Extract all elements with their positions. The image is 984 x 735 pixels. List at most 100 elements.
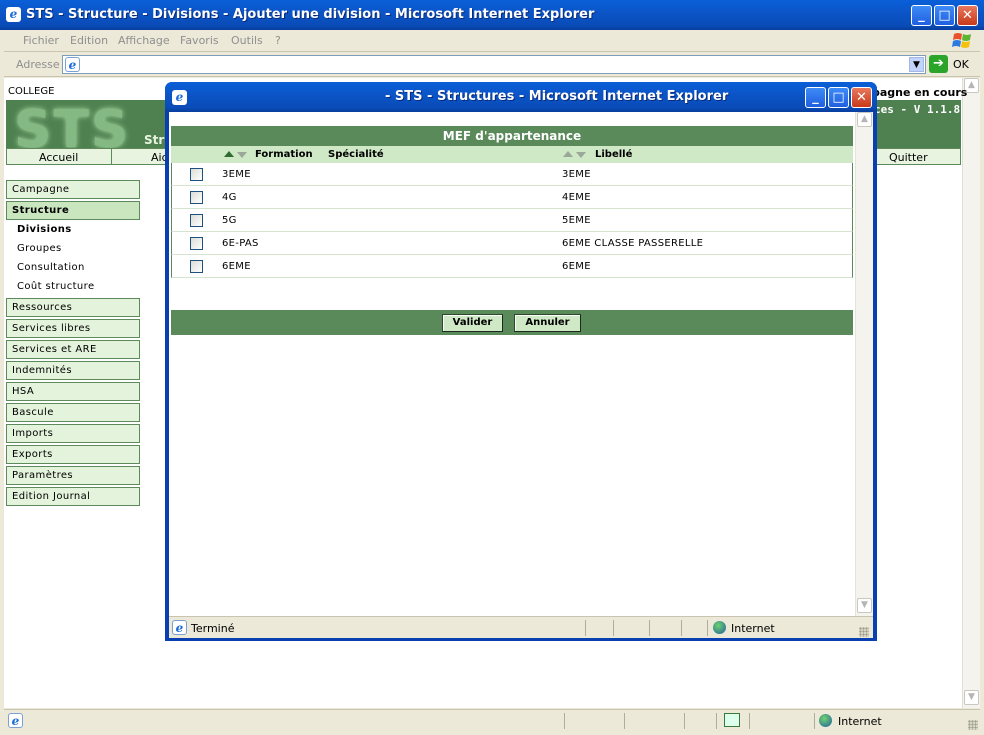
sort-asc-icon[interactable]	[224, 151, 234, 157]
main-window-title: STS - Structure - Divisions - Ajouter un…	[26, 7, 595, 22]
status-divider	[681, 620, 682, 636]
menu-affichage[interactable]: Affichage	[118, 34, 170, 47]
popup-globe-icon	[713, 621, 726, 634]
banner-subtitle: Str	[144, 133, 165, 147]
status-divider	[684, 713, 685, 729]
row-libelle: 4EME	[562, 192, 591, 203]
row-checkbox[interactable]	[190, 191, 203, 204]
popup-maximize-button[interactable]: □	[828, 87, 849, 108]
popup-content: MEF d'appartenance Formation Spécialité …	[169, 112, 873, 616]
row-checkbox[interactable]	[190, 214, 203, 227]
sidebar-item-services-libres[interactable]: Services libres	[6, 319, 140, 338]
college-label: COLLEGE	[8, 86, 55, 97]
globe-icon	[819, 714, 832, 727]
close-button[interactable]: ✕	[957, 5, 978, 26]
status-zone: Internet	[838, 715, 882, 728]
maximize-button[interactable]: □	[934, 5, 955, 26]
address-input[interactable]: e ▼	[62, 55, 926, 74]
sidebar-sub-groupes[interactable]: Groupes	[17, 243, 62, 254]
menu-bar: Fichier Edition Affichage Favoris Outils…	[4, 30, 980, 52]
popup-title: - STS - Structures - Microsoft Internet …	[385, 89, 729, 104]
row-checkbox[interactable]	[190, 168, 203, 181]
menu-help[interactable]: ?	[275, 34, 281, 47]
row-libelle: 5EME	[562, 215, 591, 226]
mef-heading: MEF d'appartenance	[171, 126, 853, 146]
sidebar-sub-cout-structure[interactable]: Coût structure	[17, 281, 95, 292]
menu-outils[interactable]: Outils	[231, 34, 263, 47]
popup-scroll-down-icon[interactable]: ▼	[857, 598, 872, 613]
app-version: ces - V 1.1.8	[874, 103, 961, 116]
go-button[interactable]: ➔ OK	[929, 55, 974, 74]
minimize-button[interactable]: _	[911, 5, 932, 26]
sort-desc-icon[interactable]	[237, 152, 247, 158]
sidebar-sub-divisions[interactable]: Divisions	[17, 224, 72, 235]
row-formation: 6E-PAS	[222, 238, 259, 249]
sidebar-item-exports[interactable]: Exports	[6, 445, 140, 464]
sidebar-item-hsa[interactable]: HSA	[6, 382, 140, 401]
address-label: Adresse	[16, 58, 60, 71]
status-divider	[749, 713, 750, 729]
menu-favoris[interactable]: Favoris	[180, 34, 219, 47]
sidebar-item-edition-journal[interactable]: Edition Journal	[6, 487, 140, 506]
status-divider	[814, 713, 815, 729]
col-specialite: Spécialité	[328, 149, 384, 160]
page-icon: e	[65, 57, 80, 72]
sidebar-item-campagne[interactable]: Campagne	[6, 180, 140, 199]
nav-accueil[interactable]: Accueil	[39, 151, 78, 164]
table-header: Formation Spécialité Libellé	[171, 146, 853, 163]
ie-logo-icon: e	[6, 7, 21, 22]
popup-blocker-icon[interactable]	[724, 713, 740, 727]
row-formation: 5G	[222, 215, 237, 226]
popup-status-text: Terminé	[191, 622, 235, 635]
status-divider	[716, 713, 717, 729]
row-checkbox[interactable]	[190, 260, 203, 273]
main-scrollbar[interactable]: ▲ ▼	[962, 78, 980, 708]
table-row: 3EME 3EME	[171, 163, 853, 186]
sidebar-item-ressources[interactable]: Ressources	[6, 298, 140, 317]
sidebar-item-bascule[interactable]: Bascule	[6, 403, 140, 422]
validate-button[interactable]: Valider	[442, 314, 503, 332]
menu-edition[interactable]: Edition	[70, 34, 108, 47]
cancel-button[interactable]: Annuler	[514, 314, 581, 332]
popup-ie-logo-icon: e	[172, 90, 187, 105]
table-row: 5G 5EME	[171, 209, 853, 232]
resize-grip-icon[interactable]	[968, 720, 978, 730]
row-libelle: 6EME CLASSE PASSERELLE	[562, 238, 704, 249]
sidebar-item-services-are[interactable]: Services et ARE	[6, 340, 140, 359]
sidebar-item-indemnites[interactable]: Indemnités	[6, 361, 140, 380]
sort-asc-icon[interactable]	[563, 151, 573, 157]
main-window-titlebar[interactable]: e STS - Structure - Divisions - Ajouter …	[0, 0, 984, 30]
col-libelle: Libellé	[595, 149, 633, 160]
sort-desc-icon[interactable]	[576, 152, 586, 158]
popup-minimize-button[interactable]: _	[805, 87, 826, 108]
popup-status-bar: e Terminé Internet	[169, 616, 873, 638]
sidebar-item-structure[interactable]: Structure	[6, 201, 140, 220]
go-label: OK	[953, 58, 969, 71]
sidebar-item-parametres[interactable]: Paramètres	[6, 466, 140, 485]
nav-quitter[interactable]: Quitter	[889, 151, 928, 164]
sidebar-sub-consultation[interactable]: Consultation	[17, 262, 85, 273]
popup-close-button[interactable]: ✕	[851, 87, 872, 108]
table-row: 6EME 6EME	[171, 255, 853, 278]
row-checkbox[interactable]	[190, 237, 203, 250]
status-divider	[624, 713, 625, 729]
status-page-icon: e	[8, 713, 23, 728]
popup-scroll-up-icon[interactable]: ▲	[857, 112, 872, 127]
windows-flag-icon	[952, 33, 971, 48]
popup-resize-grip-icon[interactable]	[859, 627, 869, 637]
sts-logo: STS	[14, 100, 131, 148]
row-formation: 4G	[222, 192, 237, 203]
address-dropdown-icon[interactable]: ▼	[909, 57, 924, 72]
col-formation: Formation	[255, 149, 313, 160]
main-status-bar: e Internet	[4, 709, 980, 731]
popup-scrollbar[interactable]: ▲ ▼	[855, 112, 873, 616]
menu-fichier[interactable]: Fichier	[23, 34, 59, 47]
popup-titlebar[interactable]: e - STS - Structures - Microsoft Interne…	[165, 82, 877, 112]
popup-window: e - STS - Structures - Microsoft Interne…	[165, 82, 877, 641]
nav-divider	[111, 149, 112, 164]
scroll-down-icon[interactable]: ▼	[964, 690, 979, 705]
row-formation: 3EME	[222, 169, 251, 180]
sidebar-item-imports[interactable]: Imports	[6, 424, 140, 443]
popup-status-zone: Internet	[731, 622, 775, 635]
popup-status-page-icon: e	[172, 620, 187, 635]
